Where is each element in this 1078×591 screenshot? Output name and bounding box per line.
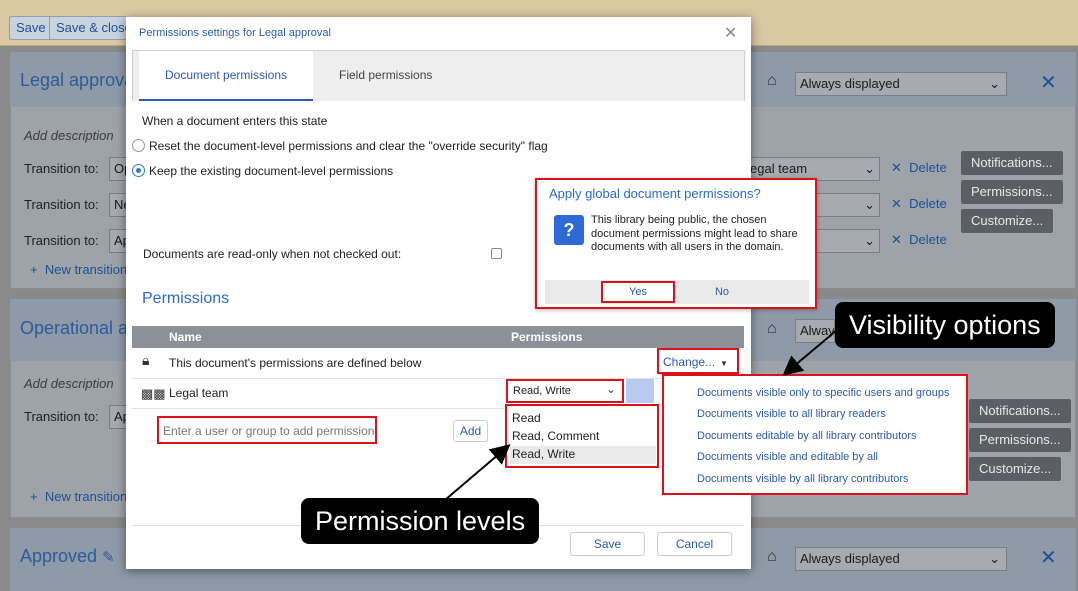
visibility-options-callout: Visibility options	[835, 302, 1055, 348]
permission-levels-arrow	[444, 444, 511, 501]
visibility-arrow	[782, 329, 838, 376]
permission-levels-callout: Permission levels	[301, 498, 540, 544]
callout-arrows	[444, 329, 838, 501]
